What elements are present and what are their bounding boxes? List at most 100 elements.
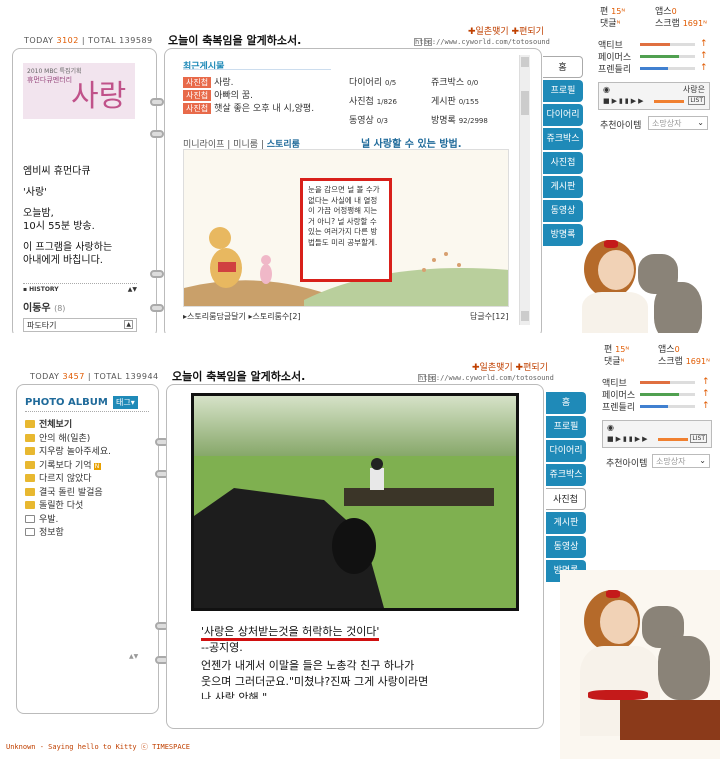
pyeon-link[interactable]: 편되기	[523, 363, 548, 373]
recent-post-item[interactable]: 사진첩 사랑.	[183, 75, 234, 88]
ilchon-link[interactable]: 일촌맺기	[480, 363, 513, 373]
folder-name[interactable]: 결국 돌린 발걸음	[39, 488, 103, 498]
nav-tab-diary[interactable]: 다이어리	[546, 440, 586, 462]
wave-select[interactable]: 파도타기 ▲	[23, 318, 137, 332]
select-arrow-icon[interactable]: ▲	[124, 320, 133, 329]
tag-button[interactable]: 태그▾	[113, 396, 138, 409]
folder-name[interactable]: 전체보기	[39, 420, 72, 430]
body-line: 언젠가 내게서 이말을 들은 노총각 친구 하나가	[201, 659, 415, 672]
playlist-button[interactable]: LIST	[688, 96, 705, 105]
folder-item[interactable]: 전체보기	[25, 417, 72, 430]
folder-name[interactable]: 돌릴한 다섯	[39, 501, 83, 511]
folder-item[interactable]: 다르지 않았다	[25, 471, 92, 484]
counter-board[interactable]: 게시판 0/155	[431, 94, 479, 107]
folder-name[interactable]: 우발.	[39, 515, 58, 525]
post-title[interactable]: 사랑.	[214, 78, 233, 88]
url-text[interactable]: http://www.cyworld.com/totosound	[418, 374, 554, 382]
stat-value: 0	[674, 345, 680, 354]
table	[620, 700, 720, 740]
bar-fill	[640, 67, 668, 70]
story-comment-link[interactable]: 스토리룸담글달기	[187, 312, 246, 321]
counter-video[interactable]: 동영상 0/3	[349, 113, 388, 126]
folder-name[interactable]: 안의 해(일촌)	[39, 434, 90, 444]
chevron-down-icon: ⌄	[697, 118, 704, 127]
player-status-icon: ◉	[607, 423, 614, 432]
owner-name-text: 이동우	[23, 303, 51, 314]
stat-label: 스크랩	[658, 357, 683, 367]
folder-item[interactable]: 정보함	[25, 525, 64, 538]
stat-value: 1691	[685, 357, 707, 366]
plus-icon[interactable]: +	[424, 38, 432, 46]
nav-tab-board[interactable]: 게시판	[543, 176, 583, 198]
plus-icon[interactable]: +	[428, 374, 436, 382]
scroll-up-icon[interactable]	[521, 57, 529, 67]
profile-banner: 2010 MBC 특집기획 휴먼다큐멘터리 사랑	[23, 63, 135, 119]
folder-name[interactable]: 정보함	[39, 528, 64, 538]
photo-main-panel: '사랑은 상처받는것을 허락하는 것이다' --공지영. 언젠가 내게서 이말을…	[166, 384, 544, 729]
playlist-button[interactable]: LIST	[690, 434, 707, 443]
scroll-down-icon[interactable]	[521, 311, 529, 321]
nav-tab-home[interactable]: 홈	[543, 56, 583, 78]
folder-item[interactable]: 안의 해(일촌)	[25, 431, 90, 444]
today-label: TODAY	[24, 36, 54, 45]
main-scrollbar[interactable]	[519, 55, 530, 325]
player-controls-icon[interactable]: ■▶▮▮▶▶	[603, 97, 645, 105]
binder-ring-icon	[150, 304, 164, 312]
gift-select[interactable]: 소망상자 ⌄	[648, 116, 708, 130]
counter-jukebox[interactable]: 쥬크박스 0/0	[431, 75, 478, 88]
history-arrows-icon[interactable]: ▲▼	[128, 286, 137, 293]
counter-guestbook[interactable]: 방명록 92/2998	[431, 113, 488, 126]
post-title[interactable]: 햇살 좋은 오후 내 시,양평.	[214, 104, 314, 114]
folder-item[interactable]: 결국 돌린 발걸음	[25, 485, 103, 498]
counter-label: 쥬크박스	[431, 78, 465, 88]
folder-item[interactable]: 지우랑 놀아주세요.	[25, 444, 111, 457]
folder-name[interactable]: 기록보다 기억	[39, 461, 92, 471]
folder-scroll-icon[interactable]: ▲▼	[129, 653, 138, 660]
reply-count[interactable]: 답글수[12]	[470, 311, 509, 322]
counter-value: 0/0	[467, 79, 479, 87]
nav-tab-jukebox[interactable]: 쥬크박스	[546, 464, 586, 486]
scroll-thumb[interactable]	[521, 91, 529, 115]
stat-value: 15	[615, 345, 626, 354]
recent-post-item[interactable]: 사진첩 햇살 좋은 오후 내 시,양평.	[183, 101, 314, 114]
volume-slider[interactable]	[654, 100, 684, 103]
bar-up-icons: ↑ ↑ ↑	[700, 39, 708, 73]
player-controls-icon[interactable]: ■▶▮▮▶▶	[607, 435, 649, 443]
counter-photo[interactable]: 사진첩 1/826	[349, 94, 397, 107]
url-text[interactable]: http://www.cyworld.com/totosound	[414, 38, 550, 46]
nav-tab-home[interactable]: 홈	[546, 392, 586, 414]
nav-tab-diary[interactable]: 다이어리	[543, 104, 583, 126]
chevron-down-icon: ⌄	[699, 456, 706, 465]
nav-tab-profile[interactable]: 프로필	[543, 80, 583, 102]
bar-active	[640, 43, 695, 46]
nav-tab-photo[interactable]: 사진첩	[546, 488, 586, 510]
quote-author: --공지영.	[201, 641, 243, 654]
stat-comment: 댓글ᴺ	[604, 357, 625, 367]
stat-value: 15	[611, 7, 622, 16]
nav-tab-profile[interactable]: 프로필	[546, 416, 586, 438]
story-count-link[interactable]: 스토리룸수[2]	[252, 312, 300, 321]
folder-item[interactable]: 우발.	[25, 512, 58, 525]
album-title: PHOTO ALBUM	[25, 397, 108, 408]
folder-icon	[25, 433, 35, 442]
gift-select[interactable]: 소망상자 ⌄	[652, 454, 710, 468]
counter-diary[interactable]: 다이어리 0/5	[349, 75, 396, 88]
post-title[interactable]: 아빠의 꿈.	[214, 91, 253, 101]
folder-icon	[25, 487, 35, 496]
recent-posts-title: 최근게시물	[183, 62, 225, 72]
nav-tab-video[interactable]: 동영상	[546, 536, 586, 558]
recent-post-item[interactable]: 사진첩 아빠의 꿈.	[183, 88, 253, 101]
folder-name[interactable]: 다르지 않았다	[39, 474, 92, 484]
pyeon-link[interactable]: 편되기	[519, 27, 544, 37]
stat-label: 댓글	[600, 19, 617, 29]
quote-line: '사랑은 상처받는것을 허락하는 것이다'	[201, 623, 380, 641]
folder-name[interactable]: 지우랑 놀아주세요.	[39, 447, 111, 457]
nav-tab-jukebox[interactable]: 쥬크박스	[543, 128, 583, 150]
folder-item[interactable]: 돌릴한 다섯	[25, 498, 83, 511]
folder-item[interactable]: 기록보다 기억 N	[25, 458, 101, 471]
nav-tab-board[interactable]: 게시판	[546, 512, 586, 534]
girl-face	[598, 250, 634, 290]
ilchon-link[interactable]: 일촌맺기	[476, 27, 509, 37]
volume-slider[interactable]	[658, 438, 688, 441]
nav-tab-photo[interactable]: 사진첩	[543, 152, 583, 174]
